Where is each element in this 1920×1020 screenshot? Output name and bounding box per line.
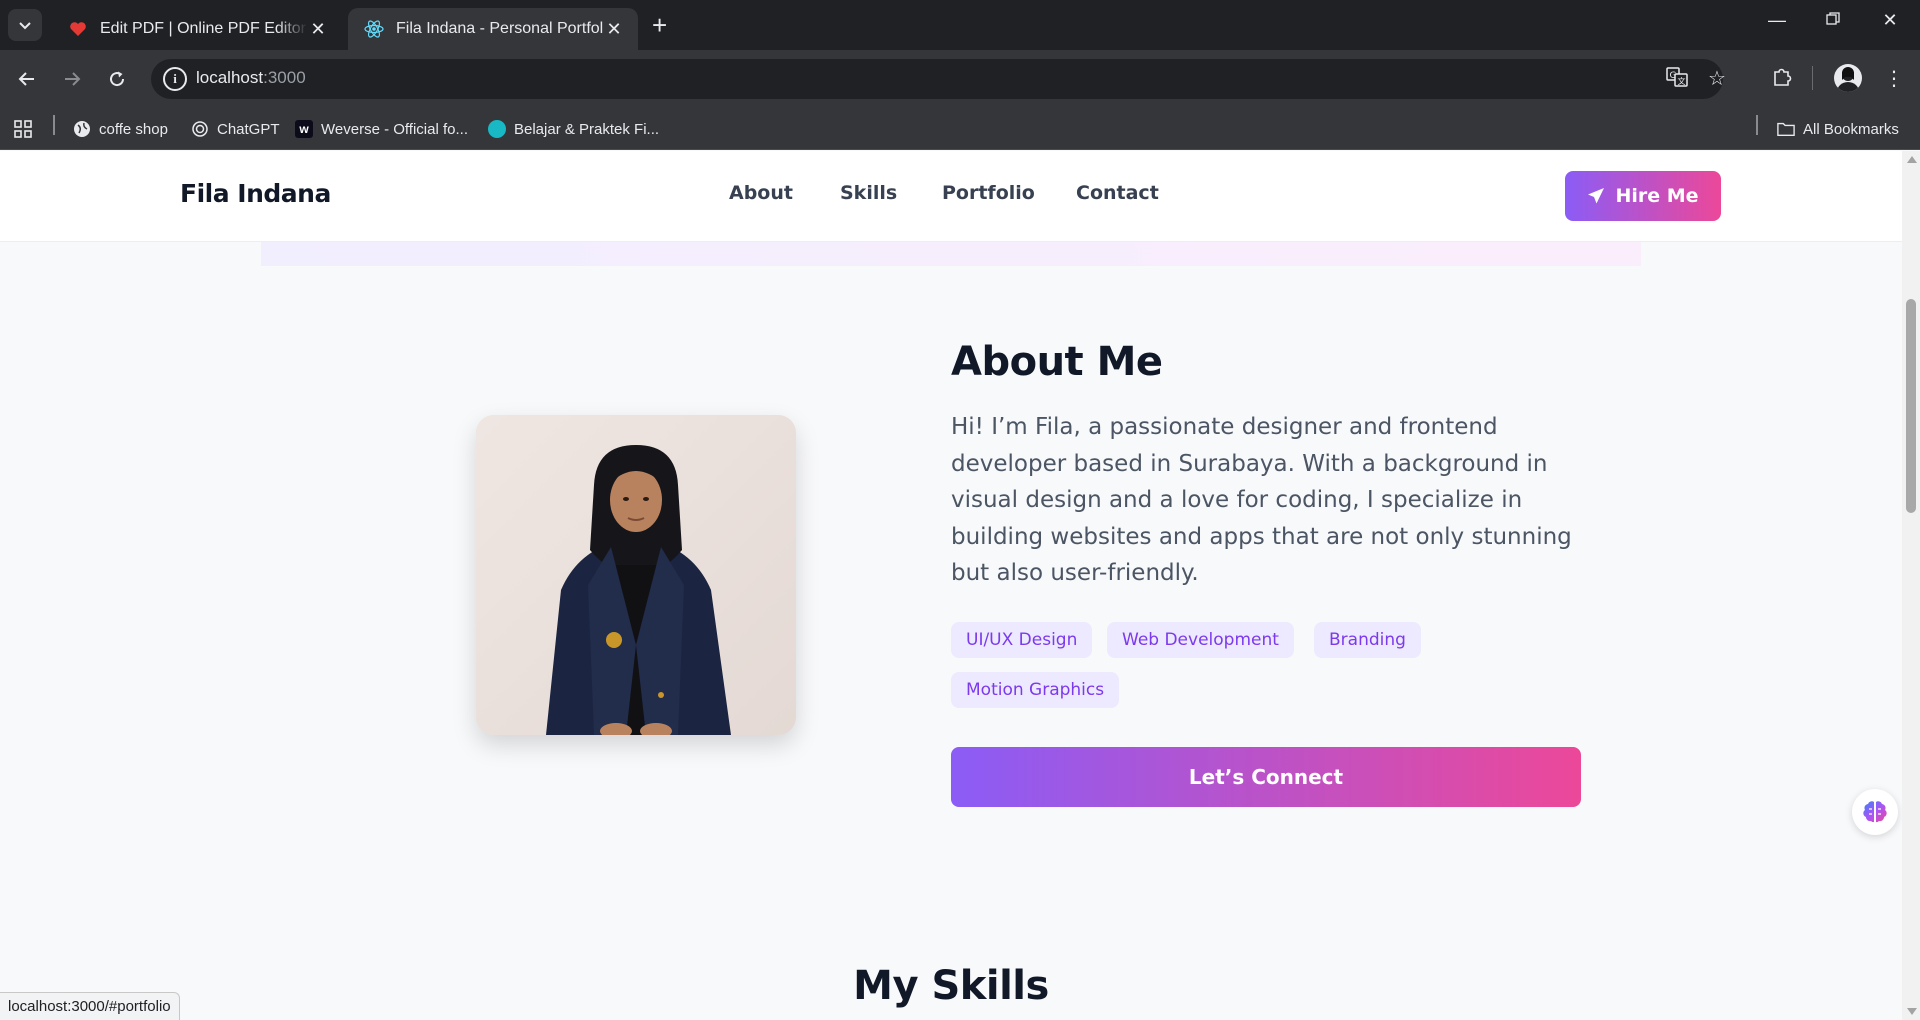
globe-icon bbox=[73, 120, 91, 138]
browser-menu-icon[interactable]: ⋮ bbox=[1880, 66, 1908, 90]
page-scrollbar[interactable] bbox=[1902, 151, 1920, 1020]
bookmark-coffe-shop[interactable]: coffe shop bbox=[73, 116, 168, 142]
about-paragraph: Hi! I’m Fila, a passionate designer and … bbox=[951, 414, 1572, 586]
bookmark-chatgpt[interactable]: ChatGPT bbox=[191, 116, 280, 142]
tab-search-button[interactable] bbox=[8, 9, 42, 41]
svg-text:文: 文 bbox=[1678, 76, 1686, 86]
toolbar-divider bbox=[1812, 66, 1813, 90]
nav-contact[interactable]: Contact bbox=[1076, 182, 1159, 204]
bookmark-star-icon[interactable]: ☆ bbox=[1703, 66, 1731, 90]
restore-icon[interactable] bbox=[1813, 10, 1853, 31]
address-bar[interactable] bbox=[151, 59, 1723, 99]
about-title: About Me bbox=[951, 339, 1163, 385]
site-info-icon[interactable]: i bbox=[163, 67, 187, 91]
skill-tag: Branding bbox=[1314, 622, 1421, 658]
apps-grid-icon[interactable] bbox=[14, 116, 32, 142]
page-viewport: Fila Indana About Skills Portfolio Conta… bbox=[0, 151, 1902, 1020]
nav-about[interactable]: About bbox=[729, 182, 793, 204]
scroll-down-arrow-icon[interactable] bbox=[1907, 1008, 1917, 1015]
profile-avatar[interactable] bbox=[1834, 64, 1862, 92]
close-icon[interactable]: ✕ bbox=[308, 19, 328, 40]
ai-assistant-button[interactable] bbox=[1852, 789, 1898, 835]
tab-title: Edit PDF | Online PDF Editor and Form Fi… bbox=[100, 20, 308, 37]
bookmark-belajar[interactable]: Belajar & Praktek Fi... bbox=[488, 116, 659, 142]
brain-icon bbox=[1863, 801, 1887, 823]
back-arrow-icon[interactable] bbox=[12, 64, 42, 94]
all-bookmarks-button[interactable]: All Bookmarks bbox=[1777, 116, 1899, 142]
nav-skills[interactable]: Skills bbox=[840, 182, 897, 204]
react-icon bbox=[364, 19, 384, 39]
lets-connect-button[interactable]: Let’s Connect bbox=[951, 747, 1581, 807]
tab-edit-pdf[interactable]: Edit PDF | Online PDF Editor and Form Fi… bbox=[52, 8, 342, 50]
bookmarks-bar bbox=[0, 108, 1920, 150]
skills-title: My Skills bbox=[853, 963, 1049, 1009]
weverse-icon: w bbox=[295, 120, 313, 138]
skill-tag: UI/UX Design bbox=[951, 622, 1093, 658]
hire-me-button[interactable]: Hire Me bbox=[1565, 171, 1721, 221]
scroll-thumb[interactable] bbox=[1906, 299, 1916, 513]
site-icon bbox=[488, 120, 506, 138]
hero-section-bottom bbox=[261, 242, 1641, 266]
new-tab-plus-icon[interactable]: + bbox=[652, 12, 667, 38]
translate-icon[interactable]: G文 bbox=[1663, 66, 1691, 93]
chevron-down-icon bbox=[19, 22, 31, 30]
reload-icon[interactable] bbox=[102, 64, 132, 94]
bookmarks-divider bbox=[53, 115, 55, 135]
forward-arrow-icon[interactable] bbox=[57, 64, 87, 94]
nav-portfolio[interactable]: Portfolio bbox=[942, 182, 1035, 204]
skill-tag: Web Development bbox=[1107, 622, 1294, 658]
site-header: Fila Indana About Skills Portfolio Conta… bbox=[0, 151, 1902, 242]
url-text[interactable]: localhost:3000 bbox=[196, 68, 306, 88]
tab-portfolio[interactable]: Fila Indana - Personal Portfolio ✕ bbox=[348, 8, 638, 50]
heart-pdf-icon bbox=[68, 19, 88, 39]
close-icon[interactable]: ✕ bbox=[604, 19, 624, 40]
skill-tag: Motion Graphics bbox=[951, 672, 1120, 708]
window-close-icon[interactable]: ✕ bbox=[1870, 10, 1910, 31]
extensions-icon[interactable] bbox=[1768, 66, 1796, 93]
bookmark-weverse[interactable]: w Weverse - Official fo... bbox=[295, 116, 468, 142]
status-url-preview: localhost:3000/#portfolio bbox=[0, 992, 180, 1020]
profile-photo bbox=[476, 415, 796, 735]
folder-icon bbox=[1777, 120, 1795, 138]
tab-title: Fila Indana - Personal Portfolio bbox=[396, 20, 604, 37]
scroll-up-arrow-icon[interactable] bbox=[1907, 156, 1917, 163]
bookmarks-divider bbox=[1756, 115, 1758, 135]
paper-plane-icon bbox=[1588, 188, 1605, 204]
site-brand[interactable]: Fila Indana bbox=[180, 179, 331, 208]
minimize-icon[interactable]: — bbox=[1757, 10, 1797, 31]
chatgpt-icon bbox=[191, 120, 209, 138]
